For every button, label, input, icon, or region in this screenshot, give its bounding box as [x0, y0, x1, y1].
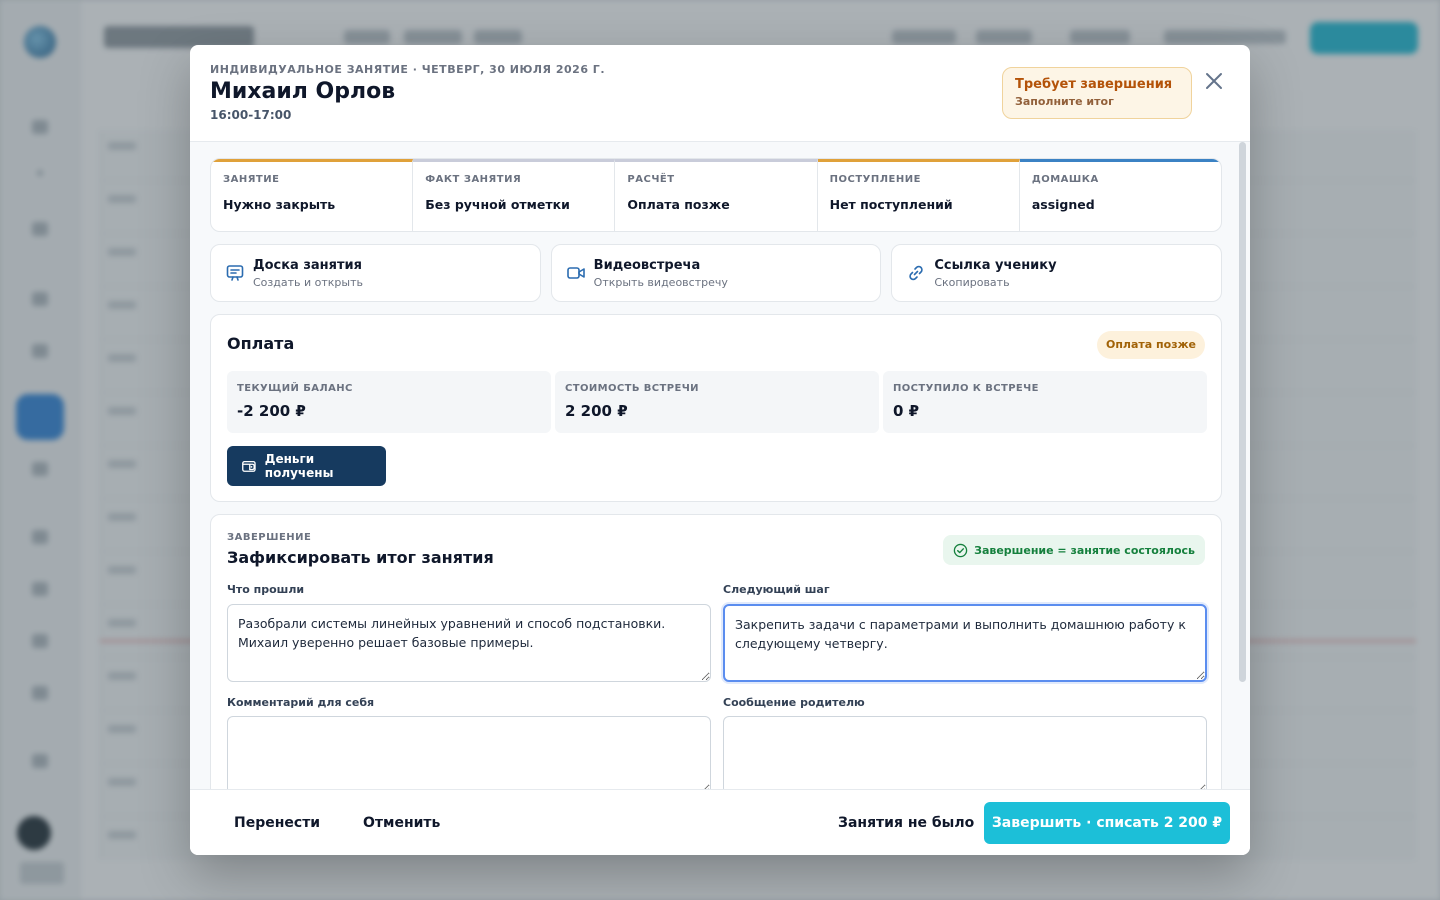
quick-action-subtitle: Создать и открыть [253, 275, 363, 289]
modal-scrollbar[interactable] [1239, 142, 1246, 682]
parent-message-label: Сообщение родителю [723, 696, 865, 709]
close-icon [1206, 73, 1222, 89]
metric-value: -2 200 ₽ [237, 402, 306, 420]
completion-title: Зафиксировать итог занятия [227, 548, 494, 567]
metric-label: ПОСТУПИЛО К ВСТРЕЧЕ [893, 383, 1039, 394]
status-label: РАСЧЁТ [627, 174, 675, 185]
lesson-modal: ИНДИВИДУАЛЬНОЕ ЗАНЯТИЕ · ЧЕТВЕРГ, 30 ИЮЛ… [190, 45, 1250, 855]
quick-actions: Доска занятия Создать и открыть Видеовст… [210, 244, 1223, 302]
covered-label: Что прошли [227, 583, 305, 596]
status-cell-homework: ДОМАШКА assigned [1019, 159, 1221, 231]
metric-received: ПОСТУПИЛО К ВСТРЕЧЕ 0 ₽ [883, 371, 1207, 433]
completion-badge-label: Завершение = занятие состоялось [974, 543, 1195, 557]
status-value: Нет поступлений [829, 197, 953, 212]
completion-badge: Завершение = занятие состоялось [943, 535, 1205, 565]
wallet-icon [242, 460, 256, 472]
check-circle-icon [953, 543, 968, 557]
payment-title: Оплата [227, 334, 295, 353]
status-cell-income: ПОСТУПЛЕНИЕ Нет поступлений [817, 159, 1020, 231]
next-step-label: Следующий шаг [723, 583, 830, 596]
link-icon [909, 265, 924, 281]
self-comment-label: Комментарий для себя [227, 696, 375, 709]
metric-label: ТЕКУЩИЙ БАЛАНС [237, 383, 353, 394]
status-strip: ЗАНЯТИЕ Нужно закрыть ФАКТ ЗАНЯТИЯ Без р… [210, 158, 1222, 232]
money-received-button[interactable]: Деньги получены [227, 446, 386, 486]
quick-action-title: Ссылка ученику [934, 257, 1057, 273]
finish-and-charge-button[interactable]: Завершить · списать 2 200 ₽ [984, 802, 1230, 844]
status-cell-calculation: РАСЧЁТ Оплата позже [615, 159, 818, 231]
parent-message-textarea[interactable] [723, 716, 1207, 789]
status-label: ДОМАШКА [1031, 174, 1099, 185]
status-value: Без ручной отметки [425, 197, 570, 212]
close-button[interactable] [1202, 69, 1226, 93]
payment-card: Оплата Оплата позже ТЕКУЩИЙ БАЛАНС -2 20… [210, 314, 1222, 502]
metric-cost: СТОИМОСТЬ ВСТРЕЧИ 2 200 ₽ [555, 371, 879, 433]
quick-action-subtitle: Скопировать [934, 275, 1010, 289]
payment-status-badge: Оплата позже [1096, 331, 1205, 359]
modal-footer: Перенести Отменить Занятия не было Завер… [190, 789, 1250, 855]
money-received-label: Деньги получены [264, 452, 334, 480]
lesson-time-range: 16:00-17:00 [210, 108, 292, 122]
self-comment-textarea[interactable] [227, 716, 711, 789]
payment-metrics: ТЕКУЩИЙ БАЛАНС -2 200 ₽ СТОИМОСТЬ ВСТРЕЧ… [227, 371, 1207, 433]
modal-body[interactable]: ЗАНЯТИЕ Нужно закрыть ФАКТ ЗАНЯТИЯ Без р… [190, 142, 1250, 789]
status-label: ПОСТУПЛЕНИЕ [829, 174, 921, 185]
lesson-board-button[interactable]: Доска занятия Создать и открыть [210, 244, 541, 302]
completion-eyebrow: ЗАВЕРШЕНИЕ [227, 532, 312, 543]
completion-card: ЗАВЕРШЕНИЕ Зафиксировать итог занятия За… [210, 514, 1222, 789]
student-name: Михаил Орлов [210, 79, 396, 104]
quick-action-title: Доска занятия [253, 257, 362, 273]
no-lesson-button[interactable]: Занятия не было [838, 804, 974, 842]
covered-textarea[interactable]: Разобрали системы линейных уравнений и с… [227, 604, 711, 682]
student-link-button[interactable]: Ссылка ученику Скопировать [891, 244, 1223, 302]
status-value: assigned [1031, 197, 1095, 212]
quick-action-subtitle: Открыть видеовстречу [593, 275, 728, 289]
board-icon [226, 265, 244, 281]
status-cell-fact: ФАКТ ЗАНЯТИЯ Без ручной отметки [413, 159, 616, 231]
status-value: Нужно закрыть [223, 197, 336, 212]
metric-value: 2 200 ₽ [565, 402, 628, 420]
quick-action-title: Видеовстреча [593, 257, 701, 273]
status-value: Оплата позже [627, 197, 730, 212]
cancel-lesson-button[interactable]: Отменить [363, 804, 440, 842]
status-label: ЗАНЯТИЕ [223, 174, 280, 185]
status-cell-lesson: ЗАНЯТИЕ Нужно закрыть [211, 159, 414, 231]
reschedule-button[interactable]: Перенести [234, 804, 320, 842]
alert-title: Требует завершения [1015, 77, 1173, 92]
lesson-eyebrow: ИНДИВИДУАЛЬНОЕ ЗАНЯТИЕ · ЧЕТВЕРГ, 30 ИЮЛ… [210, 63, 605, 76]
video-icon [566, 267, 585, 279]
metric-label: СТОИМОСТЬ ВСТРЕЧИ [565, 383, 699, 394]
metric-value: 0 ₽ [893, 402, 920, 420]
metric-balance: ТЕКУЩИЙ БАЛАНС -2 200 ₽ [227, 371, 551, 433]
modal-header: ИНДИВИДУАЛЬНОЕ ЗАНЯТИЕ · ЧЕТВЕРГ, 30 ИЮЛ… [190, 45, 1250, 142]
status-label: ФАКТ ЗАНЯТИЯ [425, 174, 522, 185]
video-meeting-button[interactable]: Видеовстреча Открыть видеовстречу [550, 244, 882, 302]
next-step-textarea[interactable]: Закрепить задачи с параметрами и выполни… [723, 604, 1207, 682]
requires-completion-alert: Требует завершения Заполните итог [1002, 67, 1192, 119]
alert-subtitle: Заполните итог [1015, 95, 1114, 108]
